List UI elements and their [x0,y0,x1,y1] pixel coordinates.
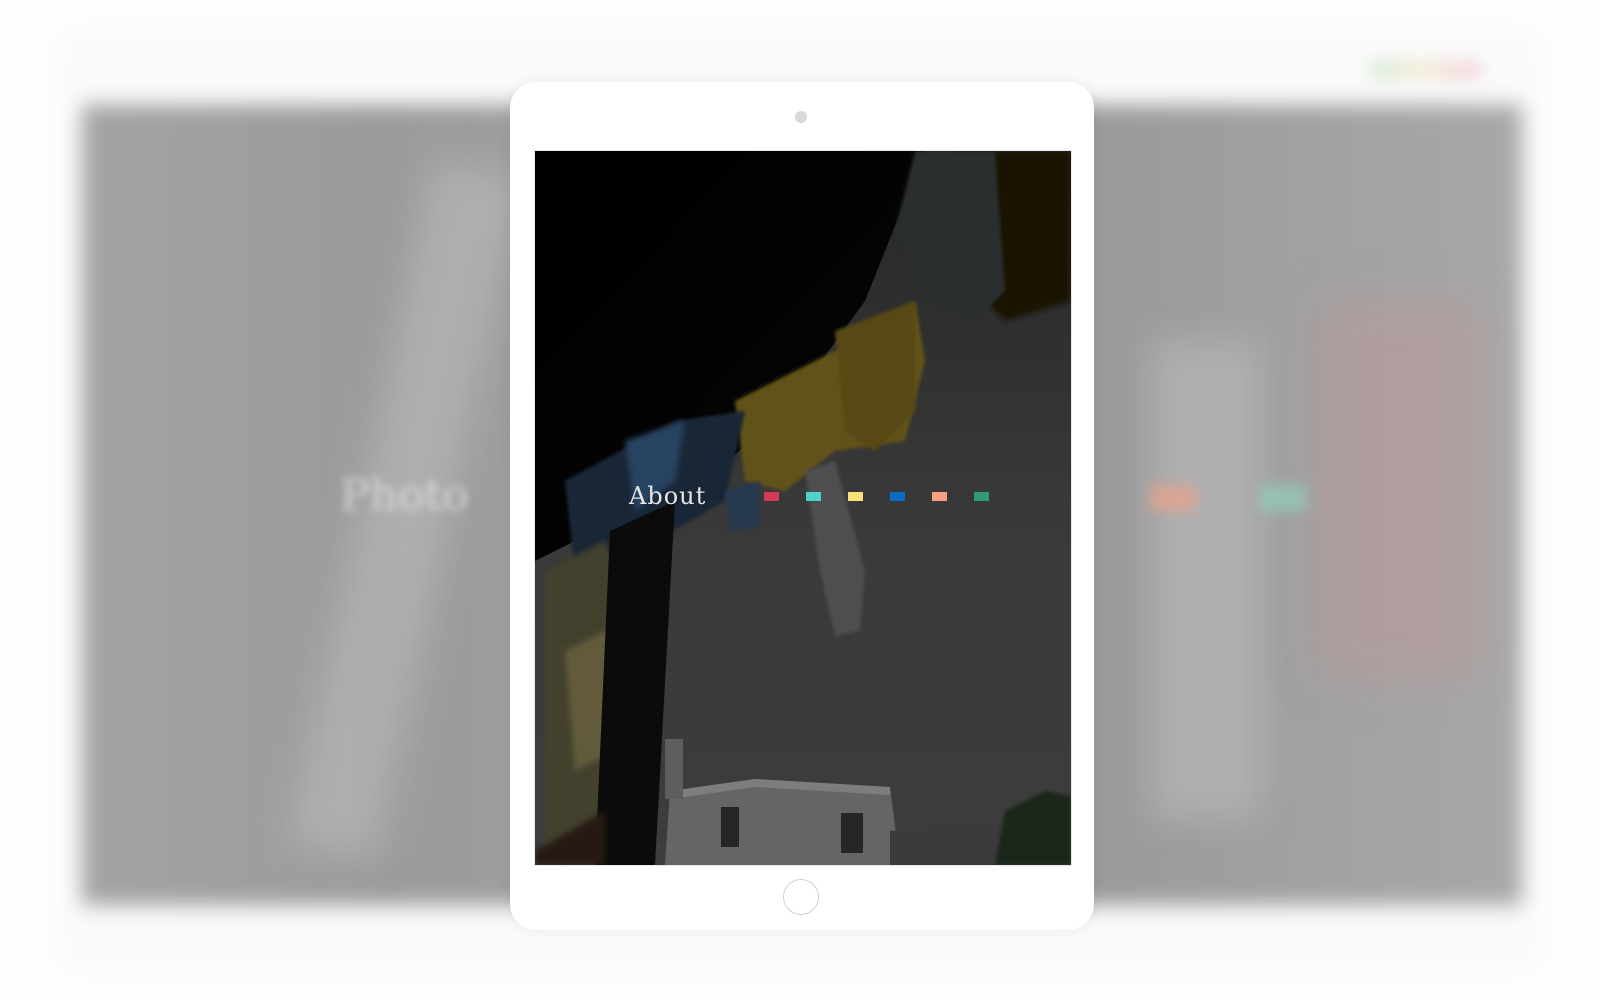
swatch-yellow[interactable] [848,491,864,501]
background-light-streak [1150,340,1260,820]
tablet-device: About [510,82,1094,930]
swatch-red[interactable] [764,491,780,501]
swatch-salmon[interactable] [932,491,948,501]
swatch-blue[interactable] [890,491,906,501]
swatch-teal[interactable] [806,491,822,501]
background-swatch [1150,485,1196,511]
screen-nav: About [629,481,990,511]
swatch-green[interactable] [974,491,990,501]
tablet-screen: About [534,150,1072,866]
camera-icon [795,111,807,123]
home-button-icon[interactable] [783,879,819,915]
nav-link-about[interactable]: About [629,481,706,511]
background-title: Photo [340,470,469,521]
color-swatch-group [764,491,990,501]
background-warm-patch [1320,300,1480,680]
background-swatch [1260,485,1306,511]
page-stage: Photo About [0,0,1600,1000]
background-menu-dots [1370,62,1480,78]
